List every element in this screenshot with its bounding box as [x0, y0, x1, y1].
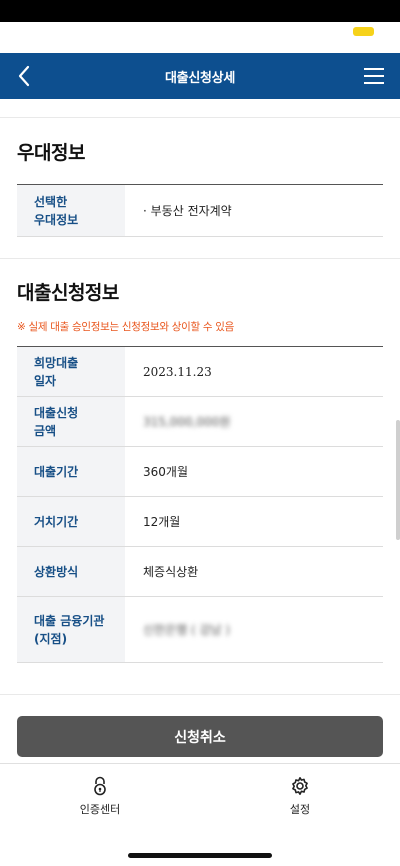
page-title: 대출신청상세 — [165, 70, 235, 86]
row-value: 12개월 — [143, 515, 181, 529]
table-row: 상환방식 체증식상환 — [17, 547, 383, 597]
row-label: 상환방식 — [17, 547, 125, 596]
table-row: 대출기간 360개월 — [17, 447, 383, 497]
row-value-redacted: 315,000,000원 — [143, 415, 231, 429]
table-row: 거치기간 12개월 — [17, 497, 383, 547]
benefit-table: 선택한 우대정보 · 부동산 전자계약 — [17, 184, 383, 237]
chevron-left-icon — [18, 65, 30, 87]
table-row: 희망대출 일자 2023.11.23 — [17, 347, 383, 397]
loan-section-title: 대출신청정보 — [17, 282, 119, 304]
row-label: 대출기간 — [17, 447, 125, 496]
row-value: 360개월 — [143, 465, 188, 479]
cancel-application-button[interactable]: 신청취소 — [17, 716, 383, 757]
loan-info-table: 희망대출 일자 2023.11.23 대출신청 금액 315,000,000원 … — [17, 346, 383, 663]
row-label: 대출 금융기관 (지점) — [17, 597, 125, 662]
home-indicator — [128, 853, 272, 858]
back-button[interactable] — [10, 62, 38, 90]
notice-text: ※ 실제 대출 승인정보는 신청정보와 상이할 수 있음 — [17, 321, 234, 333]
row-label: 선택한 우대정보 — [17, 185, 125, 236]
row-value: · 부동산 전자계약 — [143, 204, 232, 218]
row-value-redacted: 신한은행 ( 강남 ) — [143, 623, 231, 637]
app-header: 대출신청상세 — [0, 53, 400, 99]
benefit-section-title: 우대정보 — [17, 142, 85, 164]
section-divider — [0, 694, 400, 695]
scrollbar-thumb[interactable] — [396, 420, 400, 540]
table-row: 대출신청 금액 315,000,000원 — [17, 397, 383, 447]
bottom-tab-bar: 인증센터 설정 — [0, 763, 400, 866]
row-value: 체증식상환 — [143, 565, 199, 579]
hamburger-menu-icon — [364, 68, 384, 84]
tab-certificate-center[interactable]: 인증센터 — [40, 776, 160, 817]
tab-settings[interactable]: 설정 — [240, 776, 360, 817]
lock-icon — [94, 776, 106, 796]
row-label: 대출신청 금액 — [17, 397, 125, 446]
row-label: 희망대출 일자 — [17, 347, 125, 396]
tab-label: 인증센터 — [79, 803, 121, 816]
status-indicator-pill — [353, 27, 374, 36]
status-bar — [0, 0, 400, 22]
table-row: 대출 금융기관 (지점) 신한은행 ( 강남 ) — [17, 597, 383, 663]
row-value: 2023.11.23 — [143, 364, 212, 379]
tab-label: 설정 — [289, 803, 311, 816]
table-row: 선택한 우대정보 · 부동산 전자계약 — [17, 185, 383, 237]
section-divider — [0, 117, 400, 118]
status-strip — [0, 22, 400, 53]
row-label: 거치기간 — [17, 497, 125, 546]
section-divider — [0, 258, 400, 259]
gear-icon — [292, 777, 308, 795]
menu-button[interactable] — [360, 62, 388, 90]
